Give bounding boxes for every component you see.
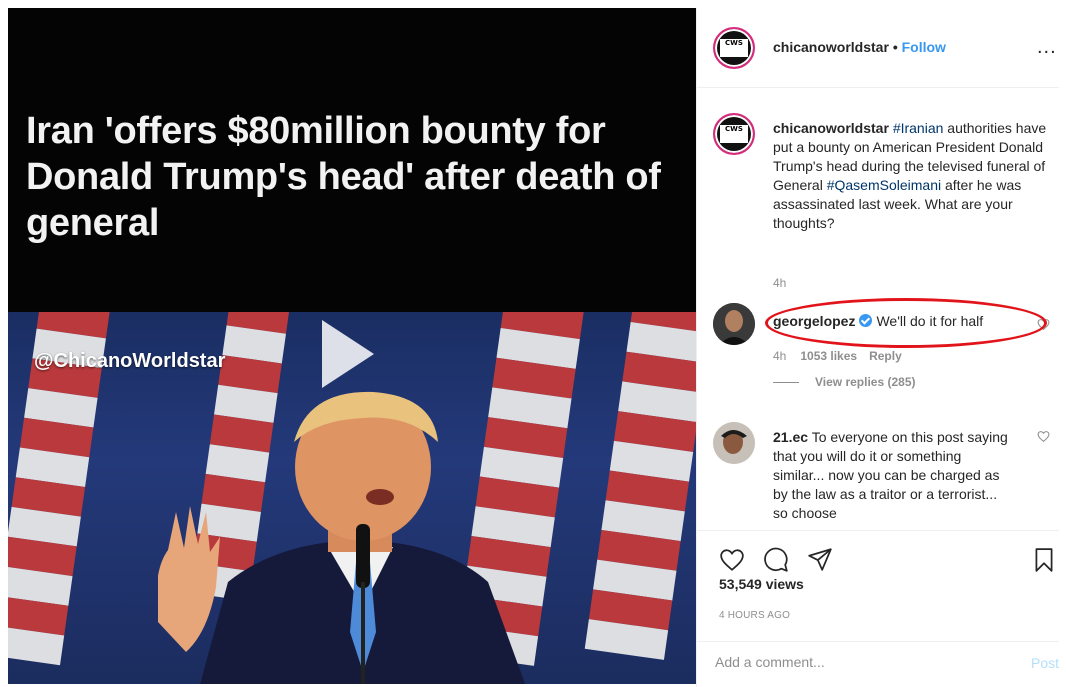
comment-time: 4h bbox=[773, 349, 787, 363]
comment-meta: 4h 1053 likes Reply bbox=[773, 349, 902, 363]
reply-button[interactable]: Reply bbox=[869, 349, 902, 363]
hashtag-link[interactable]: #Iranian bbox=[893, 120, 944, 136]
caption-username[interactable]: chicanoworldstar bbox=[773, 120, 889, 136]
comment-icon[interactable] bbox=[763, 547, 789, 573]
add-comment-row: Post bbox=[697, 641, 1059, 687]
caption-text: chicanoworldstar #Iranian authorities ha… bbox=[773, 120, 1047, 231]
post-media[interactable]: Iran 'offers $80million bounty for Donal… bbox=[8, 8, 696, 684]
watermark-text: @ChicanoWorldstar bbox=[34, 350, 226, 372]
profile-photo bbox=[713, 422, 755, 464]
more-options-icon[interactable]: ... bbox=[1037, 36, 1057, 59]
hashtag-link[interactable]: #QasemSoleimani bbox=[827, 177, 941, 193]
headline-panel: Iran 'offers $80million bounty for Donal… bbox=[8, 8, 696, 310]
separator-dot: • bbox=[892, 39, 898, 55]
highlight-ellipse bbox=[765, 298, 1047, 348]
share-icon[interactable] bbox=[807, 546, 833, 572]
caption-time: 4h bbox=[773, 276, 787, 290]
comment-username[interactable]: 21.ec bbox=[773, 429, 808, 445]
view-count[interactable]: 53,549 views bbox=[719, 576, 804, 592]
header-user-line: chicanoworldstar • Follow bbox=[773, 39, 946, 55]
post-sidebar: CWS chicanoworldstar • Follow ... CWS ch… bbox=[696, 8, 1066, 687]
speaker-figure bbox=[158, 391, 526, 684]
post-button[interactable]: Post bbox=[1031, 655, 1059, 671]
divider-line bbox=[773, 382, 799, 384]
commenter-avatar[interactable] bbox=[713, 303, 755, 345]
post-timestamp: 4 HOURS AGO bbox=[719, 610, 791, 621]
view-replies-button[interactable]: View replies (285) bbox=[773, 375, 916, 389]
comment-input[interactable] bbox=[715, 654, 995, 670]
like-comment-icon[interactable] bbox=[1037, 430, 1050, 443]
commenter-avatar[interactable] bbox=[713, 422, 755, 464]
like-icon[interactable] bbox=[719, 547, 745, 573]
caption-avatar[interactable]: CWS bbox=[713, 113, 755, 155]
brand-logo-icon: CWS bbox=[720, 39, 748, 57]
bookmark-icon[interactable] bbox=[1031, 547, 1057, 573]
flag-graphic bbox=[582, 312, 696, 680]
video-frame[interactable]: @ChicanoWorldstar bbox=[8, 312, 696, 684]
play-icon[interactable] bbox=[318, 316, 378, 392]
profile-photo bbox=[713, 303, 755, 345]
author-avatar[interactable]: CWS bbox=[713, 27, 755, 69]
video-headline: Iran 'offers $80million bounty for Donal… bbox=[26, 110, 661, 244]
brand-logo-icon: CWS bbox=[720, 125, 748, 143]
comment-text: 21.ec To everyone on this post saying th… bbox=[773, 429, 1008, 521]
follow-button[interactable]: Follow bbox=[902, 39, 946, 55]
post-header: CWS chicanoworldstar • Follow ... bbox=[697, 8, 1059, 88]
comment-likes[interactable]: 1053 likes bbox=[800, 349, 857, 363]
author-username[interactable]: chicanoworldstar bbox=[773, 39, 889, 55]
